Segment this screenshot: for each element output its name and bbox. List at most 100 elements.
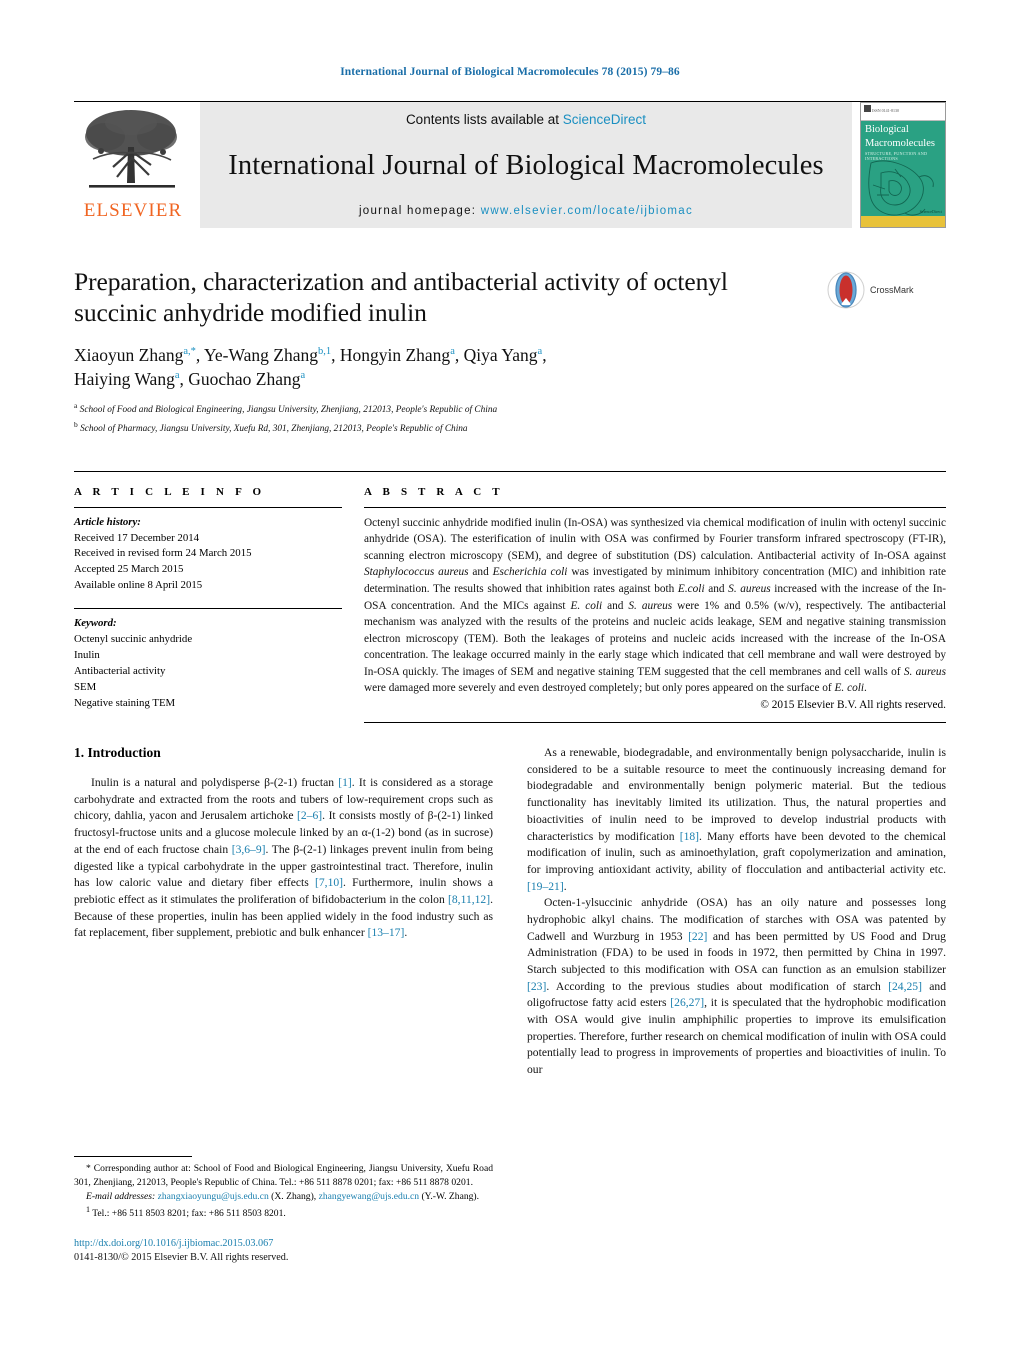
abstract-text: Octenyl succinic anhydride modified inul… <box>364 515 946 698</box>
text-run: As a renewable, biodegradable, and envir… <box>527 746 946 843</box>
author-affil-marker[interactable]: a <box>538 346 543 357</box>
history-item: Received 17 December 2014 <box>74 531 200 544</box>
citation-ref[interactable]: [26,27] <box>670 996 704 1009</box>
author-line-2: Haiying Wanga, Guochao Zhanga <box>74 368 306 389</box>
abstract-column: A B S T R A C T Octenyl succinic anhydri… <box>364 486 946 724</box>
affiliation-marker-b: b <box>74 419 78 429</box>
contents-prefix: Contents lists available at <box>405 112 563 127</box>
intro-paragraph-3: Octen-1-ylsuccinic anhydride (OSA) has a… <box>527 895 946 1079</box>
footnote-rule <box>74 1156 192 1158</box>
article-info-column: A R T I C L E I N F O Article history: R… <box>74 486 342 724</box>
cover-title-line1: Biological <box>865 124 909 135</box>
species-name: E. coli <box>570 599 603 612</box>
citation-ref[interactable]: [23] <box>527 980 546 993</box>
footnote-text: Corresponding author at: School of Food … <box>74 1163 493 1188</box>
citation-ref[interactable]: [1] <box>338 776 352 789</box>
cover-footer-bar <box>861 216 945 227</box>
citation-ref[interactable]: [2–6] <box>297 809 322 822</box>
homepage-url-link[interactable]: www.elsevier.com/locate/ijbiomac <box>481 205 693 217</box>
text-run: Inulin is a natural and polydisperse β-(… <box>91 776 339 790</box>
citation-ref[interactable]: [18] <box>680 830 699 843</box>
affiliation-b-text: School of Pharmacy, Jiangsu University, … <box>80 423 468 434</box>
body-columns: 1. Introduction Inulin is a natural and … <box>74 745 946 1265</box>
cover-artwork-icon <box>868 160 934 216</box>
keywords-heading: Keyword: <box>74 617 117 630</box>
species-name: E.coli <box>677 582 705 595</box>
affiliation-a: a School of Food and Biological Engineer… <box>74 400 816 418</box>
author-name: Qiya Yang <box>463 345 538 366</box>
keyword-item: SEM <box>74 681 97 694</box>
doi-block: http://dx.doi.org/10.1016/j.ijbiomac.201… <box>74 1237 493 1266</box>
keyword-item: Antibacterial activity <box>74 665 166 678</box>
keyword-item: Inulin <box>74 649 100 662</box>
body-column-right: As a renewable, biodegradable, and envir… <box>527 745 946 1265</box>
crossmark-icon <box>827 271 865 309</box>
cover-square-icon <box>864 105 871 112</box>
elsevier-wordmark: ELSEVIER <box>83 200 183 221</box>
keywords-block: Keyword: Octenyl succinic anhydride Inul… <box>74 616 342 712</box>
text-run: and <box>602 599 629 612</box>
author-affil-marker[interactable]: b,1 <box>318 346 331 357</box>
journal-title: International Journal of Biological Macr… <box>228 149 824 181</box>
journal-masthead: ELSEVIER Contents lists available at Sci… <box>74 101 946 228</box>
species-name: Staphylococcus aureus <box>364 566 469 579</box>
citation-ref[interactable]: [3,6–9] <box>232 843 266 856</box>
cover-title-line2: Macromolecules <box>865 138 935 150</box>
sciencedirect-link[interactable]: ScienceDirect <box>563 112 646 127</box>
footnote-corresponding-author: * Corresponding author at: School of Foo… <box>74 1162 493 1190</box>
text-run: and <box>704 582 729 595</box>
citation-ref[interactable]: [13–17] <box>368 926 405 939</box>
cover-badge: ScienceDirect <box>919 209 942 214</box>
page-title: Preparation, characterization and antiba… <box>74 267 728 328</box>
email-owner-2: (Y.-W. Zhang). <box>419 1190 480 1202</box>
citation-ref[interactable]: [22] <box>688 930 707 943</box>
footnote-text: Tel.: +86 511 8503 8201; fax: +86 511 85… <box>90 1207 286 1219</box>
text-run: . <box>864 682 867 695</box>
author-affil-marker[interactable]: a <box>301 370 306 381</box>
author-list: Xiaoyun Zhanga,*, Ye-Wang Zhangb,1, Hong… <box>74 344 816 391</box>
affiliation-b: b School of Pharmacy, Jiangsu University… <box>74 419 816 437</box>
email-label: E-mail addresses: <box>86 1190 156 1202</box>
cover-issn: ISSN 0141-8130 <box>872 108 900 113</box>
article-history-heading: Article history: <box>74 515 141 528</box>
body-column-left: 1. Introduction Inulin is a natural and … <box>74 745 493 1265</box>
running-head: International Journal of Biological Macr… <box>340 66 680 78</box>
email-link-1[interactable]: zhangxiaoyungu@ujs.edu.cn <box>158 1191 269 1202</box>
text-run: . According to the previous studies abou… <box>546 979 889 993</box>
author-affil-marker[interactable]: a <box>450 346 455 357</box>
affiliation-a-text: School of Food and Biological Engineerin… <box>79 405 498 416</box>
issn-copyright: 0141-8130/© 2015 Elsevier B.V. All right… <box>74 1251 289 1263</box>
email-link-2[interactable]: zhangyewang@ujs.edu.cn <box>319 1191 419 1202</box>
abstract-heading: A B S T R A C T <box>364 485 504 498</box>
author-line-1: Xiaoyun Zhanga,*, Ye-Wang Zhangb,1, Hong… <box>74 345 547 366</box>
homepage-prefix: journal homepage: <box>358 205 481 217</box>
elsevier-logo: ELSEVIER <box>74 102 192 228</box>
intro-paragraph-1: Inulin is a natural and polydisperse β-(… <box>74 775 493 942</box>
article-info-heading: A R T I C L E I N F O <box>74 485 266 498</box>
elsevier-tree-icon <box>85 110 177 188</box>
doi-link[interactable]: http://dx.doi.org/10.1016/j.ijbiomac.201… <box>74 1237 493 1251</box>
divider <box>74 506 342 508</box>
divider <box>74 608 342 610</box>
journal-cover-thumbnail: ISSN 0141-8130 Biological Macromolecules… <box>860 102 946 228</box>
footnote-emails: E-mail addresses: zhangxiaoyungu@ujs.edu… <box>74 1190 493 1204</box>
author-name: Xiaoyun Zhang <box>74 345 184 366</box>
paper-page: International Journal of Biological Macr… <box>0 0 1020 1351</box>
author-name: Ye-Wang Zhang <box>204 345 318 366</box>
species-name: Escherichia coli <box>492 566 568 579</box>
abstract-copyright: © 2015 Elsevier B.V. All rights reserved… <box>760 699 946 712</box>
author-affil-marker[interactable]: a,* <box>183 346 196 357</box>
citation-ref[interactable]: [8,11,12] <box>448 893 490 906</box>
cover-top-strip: ISSN 0141-8130 <box>861 103 945 121</box>
masthead-center-panel: Contents lists available at ScienceDirec… <box>200 102 852 228</box>
author-affil-marker[interactable]: a <box>175 370 180 381</box>
text-run: Octenyl succinic anhydride modified inul… <box>364 516 946 562</box>
species-name: S. aureus <box>728 582 771 595</box>
email-owner-1: (X. Zhang), <box>268 1190 317 1202</box>
citation-ref[interactable]: [7,10] <box>315 876 343 889</box>
contents-available-line: Contents lists available at ScienceDirec… <box>406 112 646 127</box>
crossmark-badge[interactable]: CrossMark <box>826 270 946 310</box>
citation-ref[interactable]: [19–21] <box>527 880 564 893</box>
citation-ref[interactable]: [24,25] <box>888 980 922 993</box>
